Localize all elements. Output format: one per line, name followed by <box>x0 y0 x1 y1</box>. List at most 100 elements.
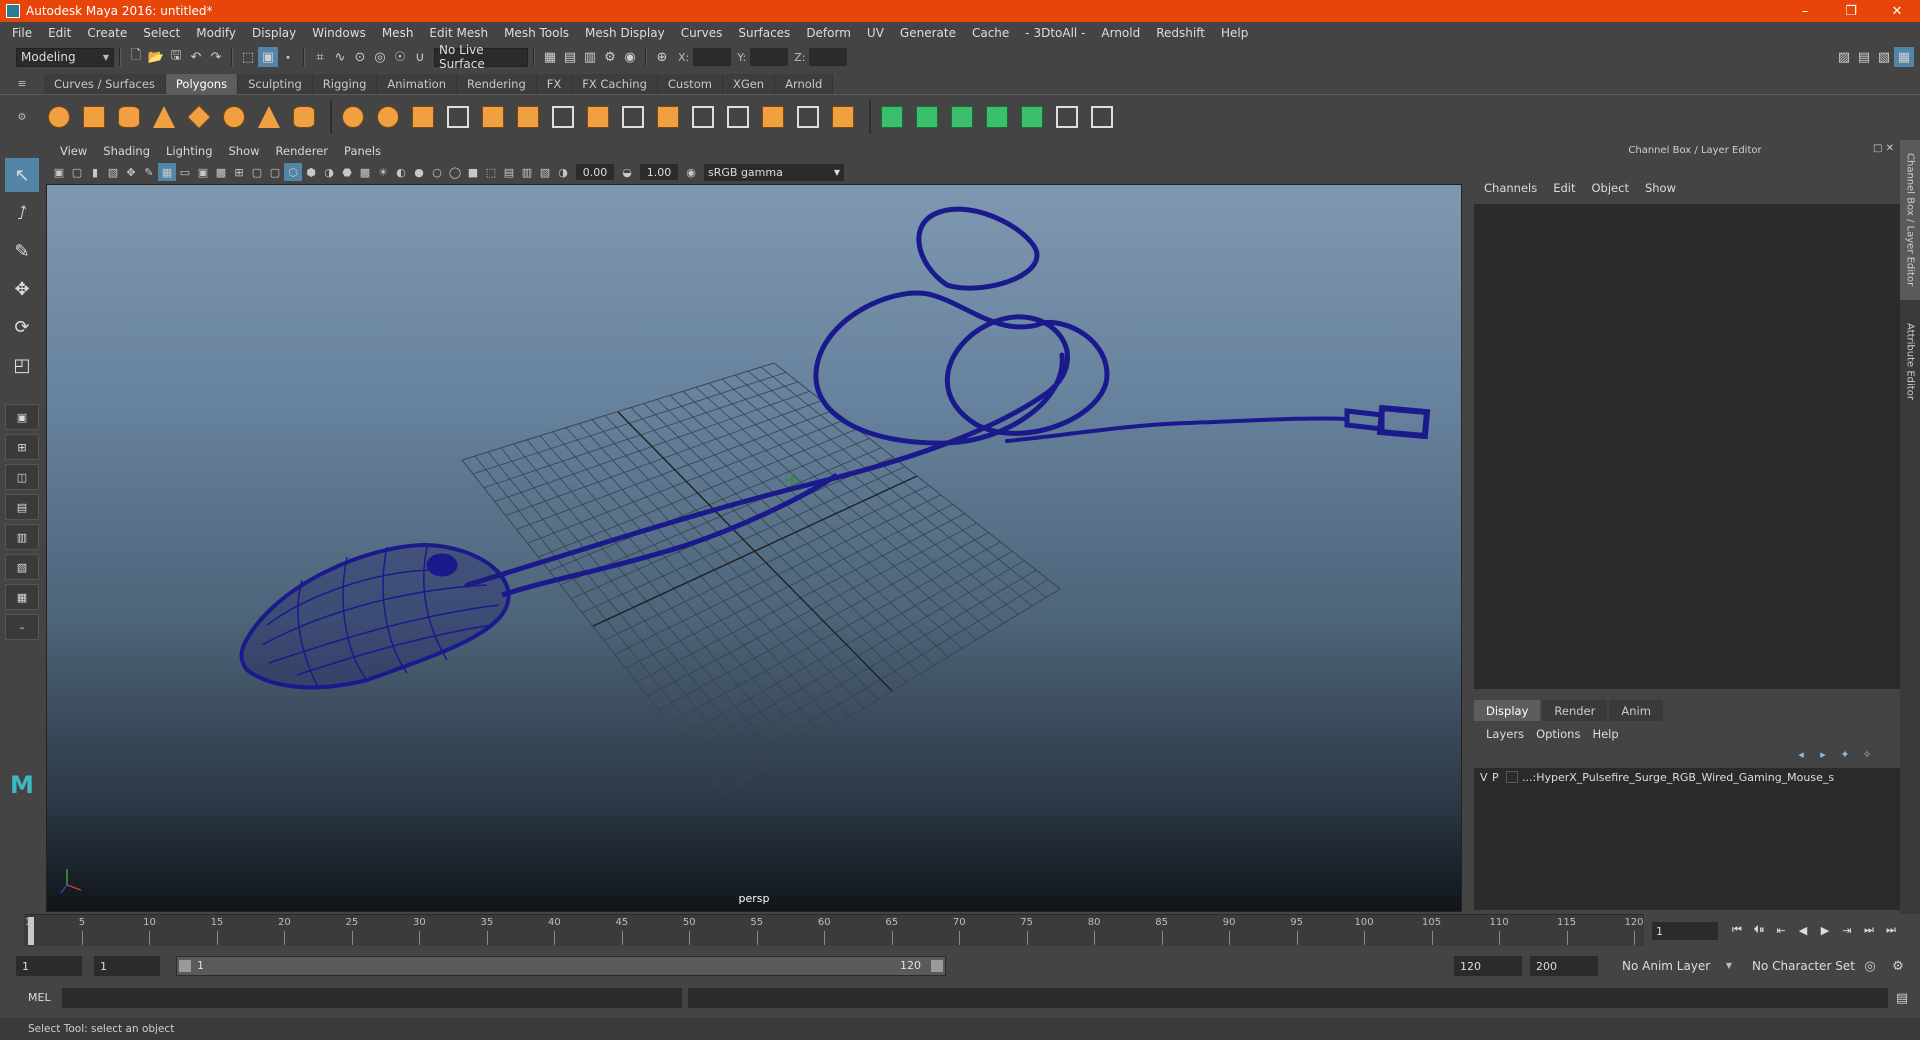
restore-button[interactable]: ❐ <box>1828 0 1874 22</box>
tab-rendering[interactable]: Rendering <box>457 74 537 94</box>
merge-icon[interactable] <box>758 101 787 133</box>
resolution-gate-icon[interactable]: ▣ <box>194 163 212 181</box>
range-bar[interactable]: 1 120 <box>176 956 946 976</box>
redo-icon[interactable]: ↷ <box>206 47 226 67</box>
xray-joints-icon[interactable]: ▥ <box>518 163 536 181</box>
make-live-icon[interactable]: ☉ <box>390 47 410 67</box>
checker-uv-icon[interactable] <box>1052 101 1081 133</box>
wireframe-on-shaded-icon[interactable]: ⬣ <box>338 163 356 181</box>
new-scene-icon[interactable]: 🗋 <box>126 47 146 67</box>
poly-sphere-icon[interactable] <box>44 101 73 133</box>
tab-rigging[interactable]: Rigging <box>312 74 378 94</box>
shadows-icon[interactable]: ◐ <box>392 163 410 181</box>
animation-preferences-icon[interactable]: ⚙ <box>1888 956 1908 976</box>
attribute-editor-icon[interactable]: ▤ <box>1854 47 1874 67</box>
channel-box-menu-show[interactable]: Show <box>1645 181 1676 195</box>
viewport-menu-show[interactable]: Show <box>229 144 260 158</box>
camera-attributes-icon[interactable]: ▢ <box>68 163 86 181</box>
persp-graph-layout-icon[interactable]: ▤ <box>5 494 39 520</box>
viewport-menu-renderer[interactable]: Renderer <box>276 144 329 158</box>
insert-edge-loop-icon[interactable] <box>688 101 717 133</box>
four-view-layout-icon[interactable]: ⊞ <box>5 434 39 460</box>
bridge-icon[interactable] <box>583 101 612 133</box>
tab-render[interactable]: Render <box>1542 700 1608 721</box>
planar-uv-icon[interactable] <box>877 101 906 133</box>
boolean-icon[interactable] <box>828 101 857 133</box>
menu-arnold[interactable]: Arnold <box>1093 26 1148 40</box>
mode-selector[interactable]: Modeling ▼ <box>16 47 114 67</box>
script-editor-icon[interactable]: ▤ <box>1892 988 1912 1008</box>
xray-icon[interactable]: ▤ <box>500 163 518 181</box>
paint-select-tool-icon[interactable]: ✎ <box>5 234 39 268</box>
isolate-select-icon[interactable]: ⬚ <box>482 163 500 181</box>
fill-hole-icon[interactable] <box>653 101 682 133</box>
rotate-tool-icon[interactable]: ⟳ <box>5 310 39 344</box>
uv-editor-icon[interactable] <box>1017 101 1046 133</box>
play-forwards-icon[interactable]: ▶ <box>1814 920 1836 940</box>
tab-arnold[interactable]: Arnold <box>775 74 834 94</box>
go-to-end-icon[interactable]: ⏭ <box>1880 920 1902 940</box>
extrude-icon[interactable] <box>513 101 542 133</box>
outliner-layout-icon[interactable]: ▧ <box>5 554 39 580</box>
wireframe-icon[interactable]: ⬡ <box>284 163 302 181</box>
poly-plane-icon[interactable] <box>184 101 213 133</box>
y-field[interactable] <box>750 48 789 66</box>
render-settings-icon[interactable]: ⚙ <box>600 47 620 67</box>
layer-menu-layers[interactable]: Layers <box>1486 727 1524 741</box>
tab-animation[interactable]: Animation <box>377 74 458 94</box>
textured-icon[interactable]: ▩ <box>356 163 374 181</box>
combine-icon[interactable] <box>338 101 367 133</box>
step-back-frame-icon[interactable]: ⏴⏸ <box>1748 920 1770 940</box>
render-view-icon[interactable]: ▤ <box>560 47 580 67</box>
new-empty-layer-icon[interactable]: ✦ <box>1834 746 1856 762</box>
menu-select[interactable]: Select <box>135 26 188 40</box>
auto-key-icon[interactable]: ◎ <box>1860 956 1880 976</box>
layer-color-swatch[interactable] <box>1506 771 1518 783</box>
tab-display[interactable]: Display <box>1474 700 1541 721</box>
menu-edit[interactable]: Edit <box>40 26 79 40</box>
move-layer-up-icon[interactable]: ◂ <box>1790 746 1812 762</box>
single-perspective-layout-icon[interactable]: ▣ <box>5 404 39 430</box>
undo-icon[interactable]: ↶ <box>186 47 206 67</box>
tab-xgen[interactable]: XGen <box>722 74 776 94</box>
poly-pyramid-icon[interactable] <box>254 101 283 133</box>
menu-deform[interactable]: Deform <box>798 26 859 40</box>
poly-cube-icon[interactable] <box>79 101 108 133</box>
menu-windows[interactable]: Windows <box>304 26 374 40</box>
use-default-material-icon[interactable]: ◑ <box>320 163 338 181</box>
two-d-pan-icon[interactable]: ✥ <box>122 163 140 181</box>
perspective-viewport[interactable]: persp <box>46 184 1462 912</box>
anti-aliasing-icon[interactable]: ◯ <box>446 163 464 181</box>
color-management-icon[interactable]: ◉ <box>682 163 700 181</box>
film-gate-icon[interactable]: ▭ <box>176 163 194 181</box>
field-chart-icon[interactable]: ⊞ <box>230 163 248 181</box>
smooth-shade-icon[interactable]: ⬢ <box>302 163 320 181</box>
menu-redshift[interactable]: Redshift <box>1148 26 1213 40</box>
menu-generate[interactable]: Generate <box>892 26 964 40</box>
step-forward-frame-icon[interactable]: ⏭ <box>1858 920 1880 940</box>
more-layouts-icon[interactable]: – <box>5 614 39 640</box>
scale-tool-icon[interactable]: ◰ <box>5 348 39 382</box>
float-close-icons[interactable]: □ ✕ <box>1873 143 1894 154</box>
menu-surfaces[interactable]: Surfaces <box>730 26 798 40</box>
viewport-menu-view[interactable]: View <box>60 144 87 158</box>
channel-box-menu-object[interactable]: Object <box>1592 181 1629 195</box>
multi-cut-icon[interactable] <box>548 101 577 133</box>
poly-torus-icon[interactable] <box>219 101 248 133</box>
x-field[interactable] <box>693 48 732 66</box>
exposure-icon[interactable]: ◑ <box>554 163 572 181</box>
channel-box-menu-channels[interactable]: Channels <box>1484 181 1537 195</box>
menu-display[interactable]: Display <box>244 26 304 40</box>
menu-edit-mesh[interactable]: Edit Mesh <box>421 26 496 40</box>
close-button[interactable]: ✕ <box>1874 0 1920 22</box>
gamma-icon[interactable]: ◒ <box>618 163 636 181</box>
bookmarks-icon[interactable]: ▮ <box>86 163 104 181</box>
anim-layer-select[interactable]: No Anim Layer ▼ <box>1618 956 1736 975</box>
menu-mesh-tools[interactable]: Mesh Tools <box>496 26 577 40</box>
viewport-menu-panels[interactable]: Panels <box>344 144 381 158</box>
tab-polygons[interactable]: Polygons <box>165 74 239 94</box>
automatic-uv-icon[interactable] <box>982 101 1011 133</box>
transform-mode-icon[interactable]: ⊕ <box>652 47 672 67</box>
lasso-tool-icon[interactable]: ⭜ <box>5 196 39 230</box>
persp-outliner-layout-icon[interactable]: ◫ <box>5 464 39 490</box>
